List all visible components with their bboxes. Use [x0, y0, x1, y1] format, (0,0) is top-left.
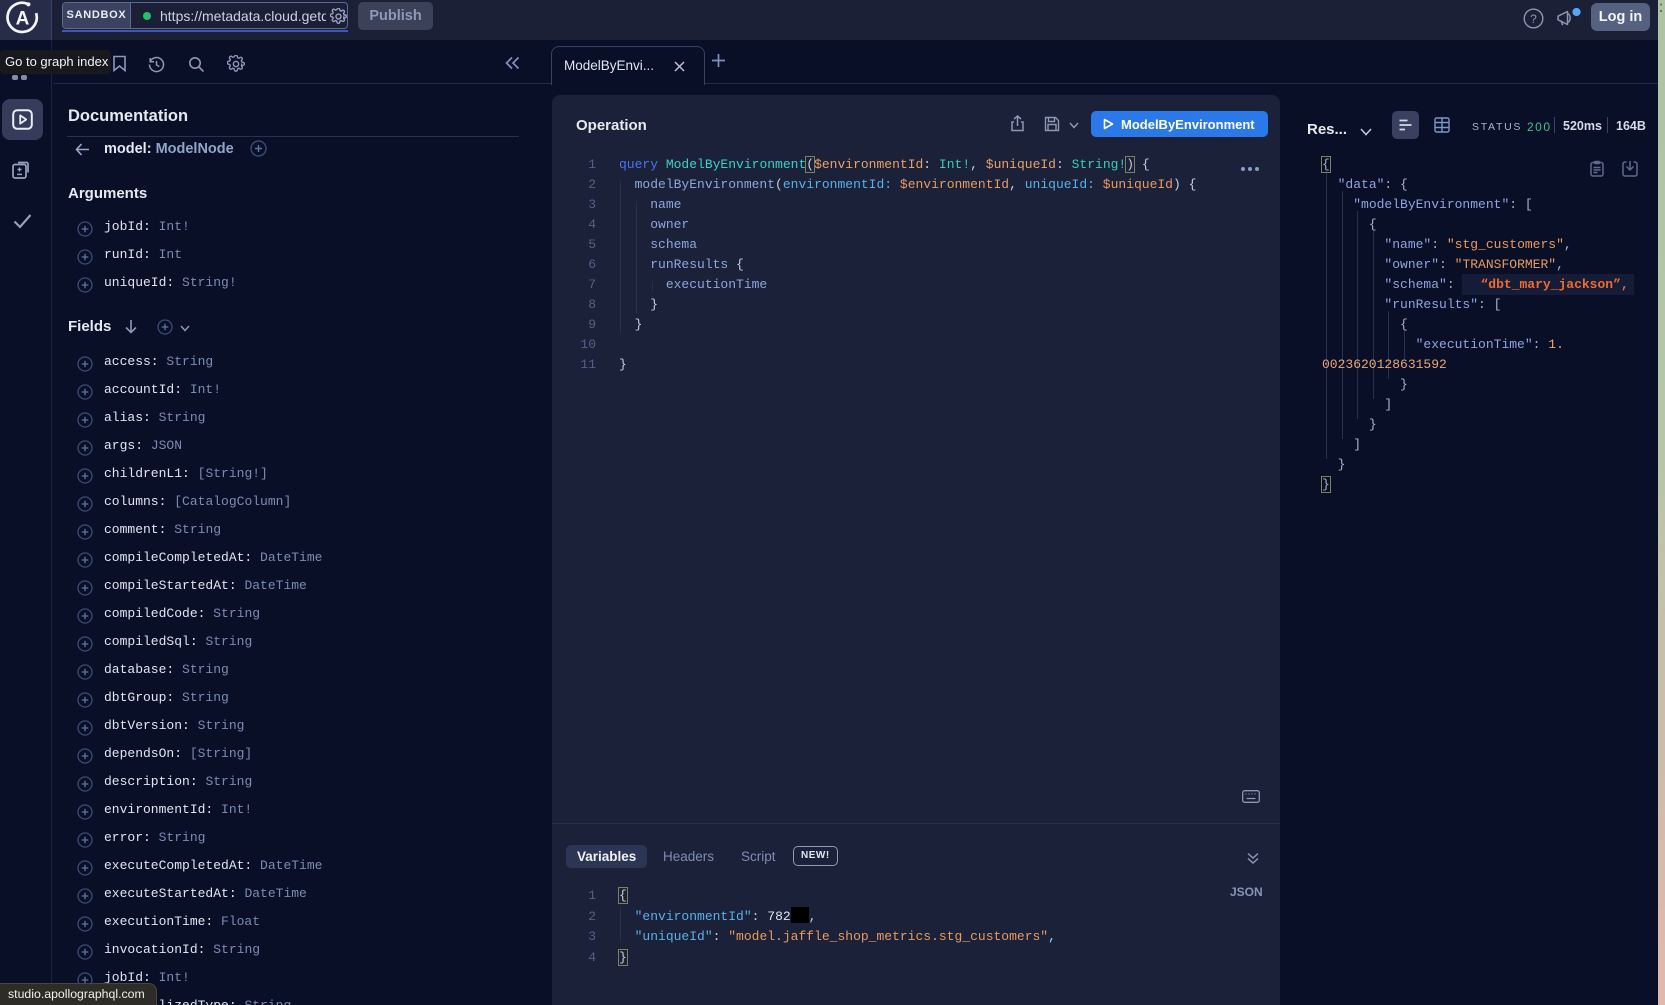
svg-text:?: ?	[1530, 12, 1537, 26]
svg-text:A: A	[16, 9, 30, 30]
